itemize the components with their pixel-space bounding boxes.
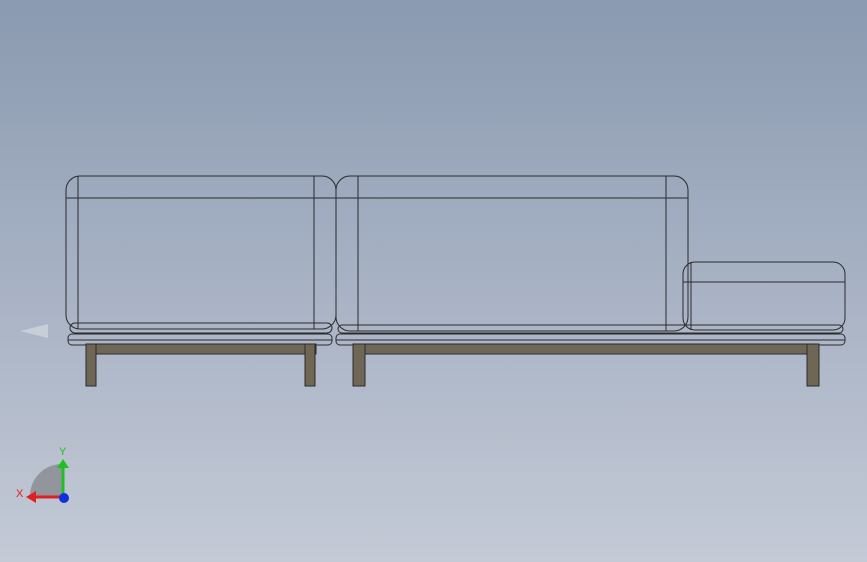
right-rail — [352, 343, 820, 355]
y-axis-label: Y — [59, 446, 67, 458]
right-backrest[interactable] — [335, 175, 689, 332]
sofa-model[interactable] — [65, 175, 846, 387]
z-axis-dot — [59, 493, 69, 503]
right-leg-a — [352, 343, 366, 387]
left-module[interactable] — [65, 175, 337, 387]
cad-viewport[interactable]: Y X — [0, 0, 867, 562]
left-backrest[interactable] — [65, 175, 337, 330]
triad-plane — [30, 464, 62, 496]
left-rail — [85, 343, 317, 355]
left-leg-b — [304, 343, 316, 387]
right-module[interactable] — [335, 175, 846, 387]
right-base-cushion — [337, 324, 844, 334]
left-arrow-icon[interactable] — [20, 324, 48, 338]
side-table-block[interactable] — [682, 261, 846, 331]
x-axis-label: X — [16, 488, 24, 500]
y-axis-arrow-icon — [57, 459, 69, 468]
orientation-triad[interactable]: Y X — [16, 446, 69, 503]
left-base-cushion — [69, 322, 333, 334]
left-leg-a — [85, 343, 97, 387]
right-leg-b — [806, 343, 820, 387]
